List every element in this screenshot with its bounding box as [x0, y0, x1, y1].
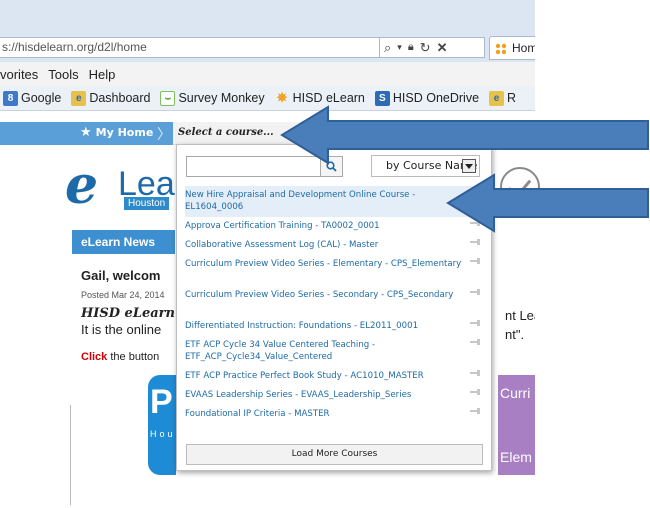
pin-icon[interactable] [470, 408, 482, 414]
course-link[interactable]: EVAAS Leadership Series - EVAAS_Leadersh… [185, 390, 411, 400]
browser-tab[interactable]: Hom [489, 36, 535, 60]
address-bar[interactable]: s://hisdelearn.org/d2l/home [0, 37, 380, 58]
pin-icon[interactable] [470, 339, 482, 345]
news-hisd-line: HISD eLearn [81, 306, 175, 321]
news-welcome-heading: Gail, welcom [81, 268, 161, 283]
click-rest: the button [107, 351, 160, 363]
tile-sub: Elem [500, 449, 532, 465]
elearn-favicon-icon [495, 43, 507, 55]
star-icon: ★ [80, 125, 92, 140]
course-link[interactable]: ETF ACP Cycle 34 Value Centered Teaching… [185, 340, 375, 362]
elearn-logo-sub: Houston [124, 197, 170, 210]
favorite-label: R [507, 91, 517, 105]
nav-my-home[interactable]: ★ My Home [80, 125, 153, 140]
dropdown-arrow-icon[interactable]: ▾ [397, 42, 402, 53]
course-selector-dropdown: by Course Name New Hire Appraisal and De… [176, 144, 492, 471]
ie-page-icon: e [71, 90, 87, 106]
news-click-instruction: Click the button [81, 351, 176, 363]
nav-my-home-label: My Home [95, 126, 154, 139]
pin-icon[interactable] [470, 289, 482, 295]
course-item[interactable]: ETF ACP Cycle 34 Value Centered Teaching… [185, 336, 485, 367]
menu-help[interactable]: Help [89, 67, 116, 82]
favorite-label: HISD OneDrive [392, 91, 480, 105]
pin-icon[interactable] [470, 239, 482, 245]
course-selector[interactable]: Select a course... [178, 127, 274, 138]
course-item[interactable]: Approva Certification Training - TA0002_… [185, 217, 485, 236]
lock-icon[interactable]: 🔒︎ [408, 41, 414, 54]
course-item[interactable]: Curriculum Preview Video Series - Second… [185, 286, 485, 317]
course-link[interactable]: Collaborative Assessment Log (CAL) - Mas… [185, 240, 378, 250]
search-icon[interactable]: ⌕ [384, 40, 391, 56]
callout-arrow-new-hire-course [446, 173, 649, 233]
tile-title: Curri [500, 385, 531, 401]
favorite-label: HISD eLearn [292, 91, 365, 105]
load-more-courses-button[interactable]: Load More Courses [186, 444, 483, 465]
address-row: s://hisdelearn.org/d2l/home ⌕ ▾ 🔒︎ ↻ ✕ H… [0, 34, 535, 62]
callout-arrow-course-selector [280, 105, 649, 165]
course-link[interactable]: ETF ACP Practice Perfect Book Study - AC… [185, 371, 424, 381]
course-item[interactable]: EVAAS Leadership Series - EVAAS_Leadersh… [185, 386, 485, 405]
professional-development-tile[interactable]: P Hou [148, 375, 176, 475]
browser-title-bar [0, 0, 535, 34]
elearn-logo-text: Lea [118, 165, 175, 203]
news-posted-date: Posted Mar 24, 2014 [81, 290, 165, 300]
stop-icon[interactable]: ✕ [437, 40, 448, 56]
pin-icon[interactable] [470, 258, 482, 264]
news-right-fragment: nt". [505, 327, 525, 342]
pin-icon[interactable] [470, 389, 482, 395]
course-item[interactable]: New Hire Appraisal and Development Onlin… [185, 186, 485, 217]
course-item[interactable]: ETF ACP Practice Perfect Book Study - AC… [185, 367, 485, 386]
news-widget-header: eLearn News [72, 230, 175, 254]
curriculum-tile[interactable]: Curri Elem [498, 375, 535, 475]
chevron-right-icon: 〉 [157, 126, 171, 142]
course-link[interactable]: Curriculum Preview Video Series - Second… [185, 290, 453, 300]
elearn-logo-e: e [65, 155, 99, 216]
course-item[interactable]: Curriculum Preview Video Series - Elemen… [185, 255, 485, 286]
click-word: Click [81, 351, 108, 363]
divider [70, 405, 71, 505]
news-body-text: It is the online [81, 322, 162, 337]
favorite-google[interactable]: 8 Google [0, 90, 64, 106]
tile-sub: Hou [150, 429, 176, 439]
course-list: New Hire Appraisal and Development Onlin… [185, 186, 485, 424]
course-item[interactable]: Differentiated Instruction: Foundations … [185, 317, 485, 336]
pin-icon[interactable] [470, 370, 482, 376]
refresh-icon[interactable]: ↻ [420, 40, 431, 56]
news-right-fragment: nt Lea [505, 308, 535, 323]
tab-title: Hom [512, 41, 535, 55]
favorite-dashboard[interactable]: e Dashboard [68, 90, 153, 106]
course-link[interactable]: New Hire Appraisal and Development Onlin… [185, 190, 415, 212]
favorite-label: Google [21, 91, 62, 105]
course-item[interactable]: Collaborative Assessment Log (CAL) - Mas… [185, 236, 485, 255]
google-icon: 8 [3, 90, 18, 106]
menu-favorites[interactable]: vorites [0, 67, 38, 82]
pin-icon[interactable] [470, 320, 482, 326]
course-link[interactable]: Curriculum Preview Video Series - Elemen… [185, 259, 461, 269]
tile-letter: P [150, 383, 173, 421]
favorite-label: Survey Monkey [178, 91, 265, 105]
address-bar-controls: ⌕ ▾ 🔒︎ ↻ ✕ [380, 37, 485, 58]
course-link[interactable]: Approva Certification Training - TA0002_… [185, 221, 380, 231]
menu-tools[interactable]: Tools [48, 67, 78, 82]
favorite-survey-monkey[interactable]: ⌣ Survey Monkey [157, 90, 267, 106]
course-link[interactable]: Foundational IP Criteria - MASTER [185, 409, 330, 419]
course-item[interactable]: Foundational IP Criteria - MASTER [185, 405, 485, 424]
menu-bar: vorites Tools Help [0, 62, 535, 86]
survey-monkey-icon: ⌣ [160, 90, 176, 106]
favorite-label: Dashboard [89, 91, 151, 105]
course-link[interactable]: Differentiated Instruction: Foundations … [185, 321, 418, 331]
